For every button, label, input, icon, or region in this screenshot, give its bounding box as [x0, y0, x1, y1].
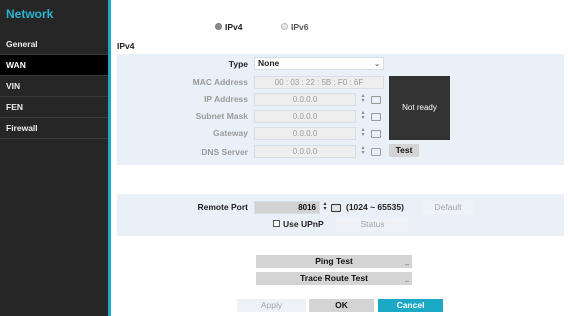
ok-button[interactable]: OK: [309, 299, 374, 312]
dns-server-keyboard-icon[interactable]: [371, 148, 381, 156]
apply-button[interactable]: Apply: [237, 299, 306, 312]
subnet-mask-field[interactable]: 0.0.0.0: [254, 110, 356, 123]
dns-server-field[interactable]: 0.0.0.0: [254, 145, 356, 158]
ip-address-keyboard-icon[interactable]: [371, 96, 381, 104]
type-select[interactable]: None ⌄: [254, 57, 384, 70]
remote-port-field[interactable]: 8016: [254, 201, 320, 214]
sidebar-item-wan[interactable]: WAN: [0, 55, 108, 76]
cancel-button[interactable]: Cancel: [378, 299, 443, 312]
gateway-field[interactable]: 0.0.0.0: [254, 127, 356, 140]
mac-address-field: 00 : 03 : 22 : 5B : F0 : 6F: [254, 76, 384, 89]
sidebar-item-firewall[interactable]: Firewall: [0, 118, 108, 139]
trace-route-test-button[interactable]: Trace Route Test _: [256, 272, 412, 285]
remote-port-spinner-icon[interactable]: ▴ ▾: [322, 201, 328, 213]
ip-address-field[interactable]: 0.0.0.0: [254, 93, 356, 106]
sidebar-item-fen[interactable]: FEN: [0, 97, 108, 118]
upnp-status-button[interactable]: Status: [336, 218, 409, 231]
ip-address-label: IP Address: [204, 94, 248, 104]
test-button[interactable]: Test: [389, 144, 419, 157]
remote-port-label: Remote Port: [197, 202, 248, 212]
ip-address-spinner-icon[interactable]: ▴ ▾: [360, 93, 366, 105]
ipv6-radio[interactable]: [281, 23, 288, 30]
subnet-mask-keyboard-icon[interactable]: [371, 113, 381, 121]
use-upnp-label[interactable]: Use UPnP: [283, 219, 324, 229]
ipv4-radio-label[interactable]: IPv4: [225, 22, 243, 32]
dns-server-label: DNS Server: [201, 147, 248, 157]
remote-port-keyboard-icon[interactable]: [331, 204, 341, 212]
dropdown-handle-icon: _: [405, 276, 409, 283]
default-button[interactable]: Default: [422, 201, 474, 214]
ping-test-label: Ping Test: [315, 256, 353, 266]
subnet-mask-spinner-icon[interactable]: ▴ ▾: [360, 110, 366, 122]
ipv4-radio[interactable]: [215, 23, 222, 30]
ipv6-radio-label[interactable]: IPv6: [291, 22, 309, 32]
trace-route-test-label: Trace Route Test: [300, 273, 368, 283]
mac-address-label: MAC Address: [192, 77, 248, 87]
sidebar-item-vin[interactable]: VIN: [0, 76, 108, 97]
gateway-label: Gateway: [213, 128, 248, 138]
subnet-mask-label: Subnet Mask: [195, 111, 248, 121]
type-label: Type: [228, 59, 248, 69]
remote-port-range: (1024 ~ 65535): [346, 202, 404, 212]
section-title: IPv4: [117, 41, 135, 51]
sidebar-accent-bar: [108, 0, 111, 316]
type-select-value: None: [258, 58, 280, 68]
dns-server-spinner-icon[interactable]: ▴ ▾: [360, 145, 366, 157]
ping-test-button[interactable]: Ping Test _: [256, 255, 412, 268]
connection-status-box: Not ready: [389, 76, 450, 140]
gateway-keyboard-icon[interactable]: [371, 130, 381, 138]
gateway-spinner-icon[interactable]: ▴ ▾: [360, 127, 366, 139]
sidebar-title: Network: [6, 7, 54, 21]
dropdown-handle-icon: _: [405, 259, 409, 266]
sidebar-item-general[interactable]: General: [0, 34, 108, 55]
use-upnp-checkbox[interactable]: [273, 220, 280, 227]
chevron-down-icon: ⌄: [374, 61, 380, 68]
